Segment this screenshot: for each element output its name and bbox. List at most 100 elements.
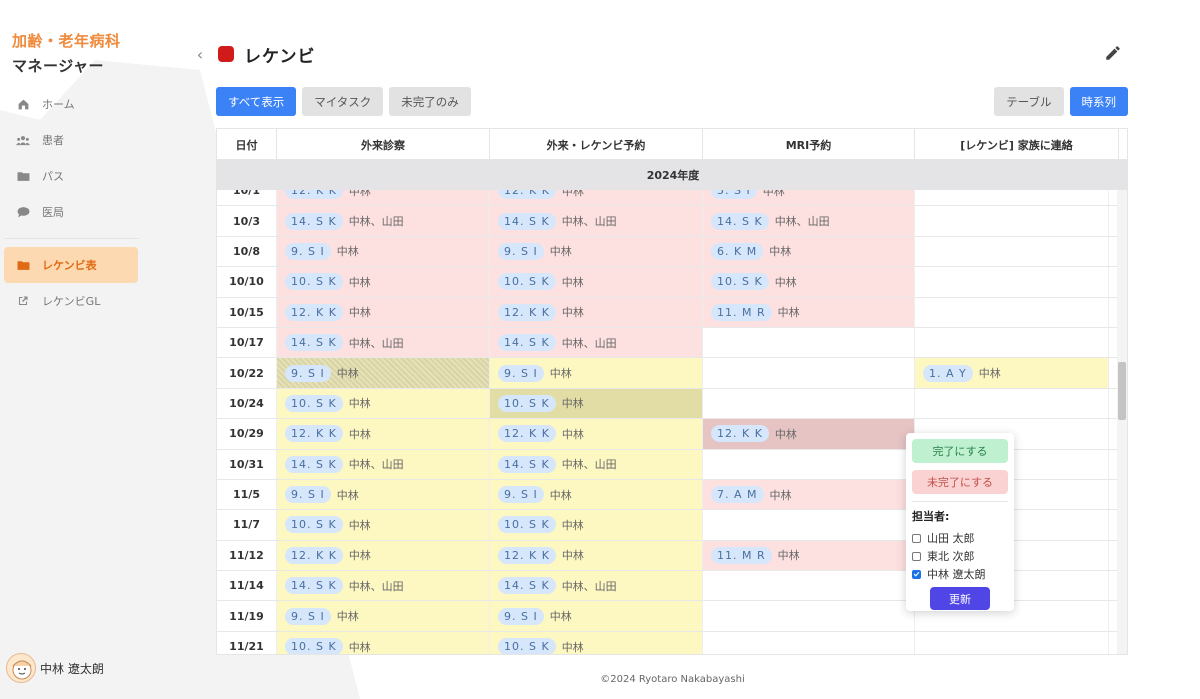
patient-tag: 6. K M xyxy=(711,242,764,260)
date-cell: 11/14 xyxy=(217,571,277,601)
column-header: 日付 xyxy=(217,129,277,160)
task-cell[interactable] xyxy=(915,327,1109,358)
task-cell[interactable]: 10. S K 中林 xyxy=(703,267,915,297)
footer: ©2024 Ryotaro Nakabayashi xyxy=(600,674,745,685)
task-cell[interactable]: 14. S K 中林、山田 xyxy=(277,206,490,236)
task-cell[interactable]: 10. S K 中林 xyxy=(277,631,490,654)
date-cell: 10/8 xyxy=(217,236,277,267)
checkbox[interactable] xyxy=(912,533,921,543)
task-cell[interactable]: 12. K K 中林 xyxy=(277,297,490,327)
assignee-names: 中林 xyxy=(561,397,584,411)
assignee-list: 山田 太郎 東北 次郎 中林 遼太朗 xyxy=(912,529,1008,583)
scrollbar[interactable] xyxy=(1117,190,1127,654)
task-cell[interactable]: 9. S I 中林 xyxy=(490,236,703,267)
mark-done-button[interactable]: 完了にする xyxy=(912,439,1008,463)
table-row: 10/22 9. S I 中林 9. S I 中林 1. A Y 中林 xyxy=(217,358,1119,389)
filter-button-0[interactable]: すべて表示 xyxy=(216,87,297,116)
filter-button-1[interactable]: マイタスク xyxy=(302,87,384,116)
task-cell[interactable]: 1. A Y 中林 xyxy=(915,358,1109,388)
view-button-0[interactable]: テーブル xyxy=(994,87,1064,116)
task-cell[interactable]: 9. S I 中林 xyxy=(277,479,490,510)
task-cell[interactable]: 6. K M 中林 xyxy=(703,236,915,267)
assignee-names: 中林 xyxy=(769,488,792,502)
sidebar-item-lecanemab-0[interactable]: レケンビ表 xyxy=(4,247,138,283)
task-cell[interactable] xyxy=(703,601,915,631)
task-cell[interactable] xyxy=(703,510,915,540)
assignee-checkbox-row[interactable]: 山田 太郎 xyxy=(912,529,1008,547)
task-cell[interactable]: 14. S K 中林、山田 xyxy=(277,327,490,358)
task-cell[interactable] xyxy=(703,571,915,601)
task-cell[interactable]: 9. S I 中林 xyxy=(490,358,703,388)
date-cell: 10/15 xyxy=(217,297,277,327)
task-cell[interactable]: 14. S K 中林、山田 xyxy=(490,449,703,479)
task-cell[interactable] xyxy=(915,631,1109,654)
task-cell[interactable]: 12. K K 中林 xyxy=(277,419,490,449)
task-cell[interactable]: 10. S K 中林 xyxy=(490,388,703,419)
task-cell[interactable] xyxy=(703,327,915,358)
assignee-names: 中林 xyxy=(561,549,584,563)
pencil-icon[interactable] xyxy=(1104,44,1122,65)
back-button[interactable]: ‹ xyxy=(190,45,210,64)
chat-icon xyxy=(16,205,30,219)
sidebar-item-1[interactable]: 患者 xyxy=(0,122,145,158)
assignee-checkbox-row[interactable]: 東北 次郎 xyxy=(912,547,1008,565)
task-cell[interactable]: 9. S I 中林 xyxy=(490,601,703,631)
assignee-names: 中林、山田 xyxy=(348,579,404,593)
patient-tag: 14. S K xyxy=(711,212,769,230)
task-cell[interactable]: 10. S K 中林 xyxy=(277,267,490,297)
patient-tag: 14. S K xyxy=(498,334,556,352)
checkbox[interactable] xyxy=(912,551,921,561)
sidebar-item-label: 医局 xyxy=(42,206,64,219)
task-cell[interactable]: 12. K K 中林 xyxy=(490,540,703,571)
task-cell[interactable]: 14. S K 中林、山田 xyxy=(490,327,703,358)
task-cell[interactable]: 9. S I 中林 xyxy=(490,479,703,510)
task-cell[interactable] xyxy=(915,267,1109,297)
task-cell[interactable]: 12. K K 中林 xyxy=(277,540,490,571)
patient-tag: 12. K K xyxy=(711,425,769,443)
task-cell[interactable]: 11. M R 中林 xyxy=(703,297,915,327)
filter-button-2[interactable]: 未完了のみ xyxy=(389,87,471,116)
view-button-1[interactable]: 時系列 xyxy=(1069,87,1128,116)
assignee-names: 中林 xyxy=(348,518,371,532)
task-cell[interactable] xyxy=(703,449,915,479)
update-button[interactable]: 更新 xyxy=(930,587,990,610)
task-cell[interactable] xyxy=(915,206,1109,236)
sidebar-item-3[interactable]: 医局 xyxy=(0,194,145,230)
task-cell[interactable] xyxy=(915,388,1109,419)
task-cell[interactable] xyxy=(703,388,915,419)
task-cell[interactable] xyxy=(915,236,1109,267)
task-cell[interactable]: 9. S I 中林 xyxy=(277,358,490,388)
sidebar-item-0[interactable]: ホーム xyxy=(0,86,145,122)
date-cell: 11/12 xyxy=(217,540,277,571)
task-cell[interactable]: 10. S K 中林 xyxy=(490,510,703,540)
task-cell[interactable]: 14. S K 中林、山田 xyxy=(490,206,703,236)
task-cell[interactable]: 12. K K 中林 xyxy=(490,297,703,327)
scrollbar-thumb[interactable] xyxy=(1118,362,1126,420)
task-cell[interactable] xyxy=(703,631,915,654)
patient-tag: 14. S K xyxy=(285,212,343,230)
task-cell[interactable]: 10. S K 中林 xyxy=(490,631,703,654)
task-cell[interactable] xyxy=(915,297,1109,327)
date-cell: 10/10 xyxy=(217,267,277,297)
task-cell[interactable]: 7. A M 中林 xyxy=(703,479,915,510)
task-cell[interactable] xyxy=(703,358,915,388)
task-cell[interactable]: 10. S K 中林 xyxy=(277,510,490,540)
sidebar-item-2[interactable]: パス xyxy=(0,158,145,194)
task-cell[interactable]: 11. M R 中林 xyxy=(703,540,915,571)
task-cell[interactable]: 9. S I 中林 xyxy=(277,236,490,267)
checkbox[interactable] xyxy=(912,569,921,579)
task-cell[interactable]: 12. K K 中林 xyxy=(490,419,703,449)
task-cell[interactable]: 10. S K 中林 xyxy=(277,388,490,419)
assignee-names: 中林 xyxy=(774,275,797,289)
task-cell[interactable]: 9. S I 中林 xyxy=(277,601,490,631)
task-cell[interactable]: 14. S K 中林、山田 xyxy=(277,449,490,479)
date-cell: 10/3 xyxy=(217,206,277,236)
task-cell[interactable]: 14. S K 中林、山田 xyxy=(703,206,915,236)
task-cell[interactable]: 10. S K 中林 xyxy=(490,267,703,297)
task-cell[interactable]: 12. K K 中林 xyxy=(703,419,915,449)
mark-undone-button[interactable]: 未完了にする xyxy=(912,470,1008,494)
assignee-checkbox-row[interactable]: 中林 遼太朗 xyxy=(912,565,1008,583)
task-cell[interactable]: 14. S K 中林、山田 xyxy=(277,571,490,601)
sidebar-item-lecanemab-1[interactable]: レケンビGL xyxy=(0,283,145,319)
task-cell[interactable]: 14. S K 中林、山田 xyxy=(490,571,703,601)
